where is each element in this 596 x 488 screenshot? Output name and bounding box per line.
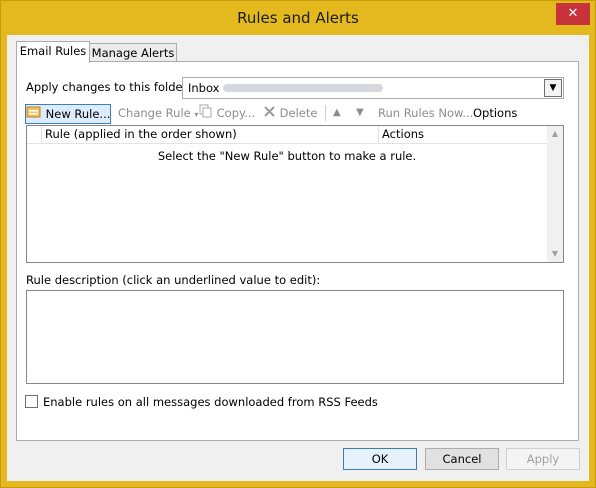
delete-icon [263,104,276,124]
column-header-actions[interactable]: Actions [379,126,544,143]
copy-label: Copy... [216,106,256,120]
scroll-up-icon[interactable]: ▲ [547,126,563,142]
tab-manage-alerts[interactable]: Manage Alerts [89,43,177,62]
rules-list[interactable]: Rule (applied in the order shown) Action… [26,125,564,263]
rules-list-scrollbar[interactable]: ▲ ▼ [547,126,563,262]
apply-button[interactable]: Apply [506,448,580,470]
folder-select[interactable]: Inbox ▼ [182,77,564,99]
tab-email-rules[interactable]: Email Rules [16,41,90,63]
options-label: Options [473,106,518,120]
copy-button[interactable]: Copy... [199,103,255,123]
close-icon: ✕ [567,6,579,21]
column-header-rule[interactable]: Rule (applied in the order shown) [42,126,379,143]
new-rule-label: New Rule... [45,107,111,121]
new-rule-button[interactable]: New Rule... [25,104,111,124]
change-rule-button[interactable]: Change Rule ▾ [118,103,198,123]
delete-label: Delete [279,106,318,120]
arrow-up-icon: ▲ [333,107,341,118]
dropdown-arrow-icon: ▾ [194,110,199,119]
rules-list-header: Rule (applied in the order shown) Action… [27,126,547,144]
copy-icon [199,104,213,124]
cancel-button[interactable]: Cancel [425,448,499,470]
run-rules-label: Run Rules Now... [378,106,474,120]
title-bar: Rules and Alerts ✕ [1,1,595,35]
rules-and-alerts-window: Rules and Alerts ✕ Email Rules Manage Al… [0,0,596,488]
arrow-down-icon: ▼ [356,107,364,118]
folder-account-redacted [223,84,383,92]
folder-select-value: Inbox [188,81,220,95]
toolbar-separator [325,105,326,121]
move-down-button[interactable]: ▼ [356,103,364,123]
new-rule-icon [26,105,42,124]
folder-label: Apply changes to this folder: [26,80,191,94]
rss-rules-checkbox[interactable] [25,395,38,408]
scroll-down-icon[interactable]: ▼ [547,246,563,262]
delete-button[interactable]: Delete [263,103,317,123]
empty-rules-message: Select the "New Rule" button to make a r… [157,149,417,163]
ok-button[interactable]: OK [343,448,417,470]
close-button[interactable]: ✕ [556,3,590,25]
dialog-client-area: Email Rules Manage Alerts Apply changes … [7,35,589,481]
window-title: Rules and Alerts [237,9,359,27]
change-rule-label: Change Rule [118,106,191,120]
move-up-button[interactable]: ▲ [333,103,341,123]
options-button[interactable]: Options [473,103,517,123]
rule-description-label: Rule description (click an underlined va… [26,273,321,287]
column-header-blank [27,126,42,143]
run-rules-button[interactable]: Run Rules Now... [378,103,473,123]
rss-rules-label[interactable]: Enable rules on all messages downloaded … [43,395,378,409]
rule-description-box[interactable] [26,290,564,384]
chevron-down-icon[interactable]: ▼ [544,79,562,97]
